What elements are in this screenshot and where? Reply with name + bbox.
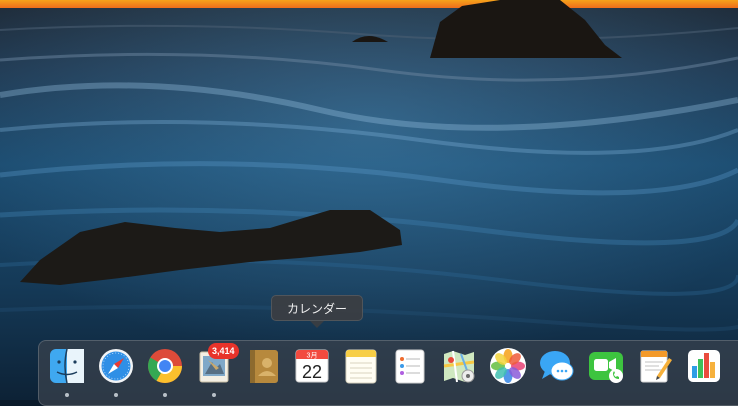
dock-item-mail[interactable]: 3,414 bbox=[194, 343, 239, 398]
pages-icon bbox=[640, 350, 672, 383]
running-indicator bbox=[114, 393, 118, 397]
dock-tooltip: カレンダー bbox=[271, 295, 363, 321]
dock-item-reminders[interactable] bbox=[390, 346, 430, 398]
calendar-day: 22 bbox=[302, 362, 322, 382]
dock-item-contacts[interactable] bbox=[243, 346, 283, 398]
finder-icon bbox=[50, 348, 84, 384]
notes-icon bbox=[345, 349, 377, 384]
calendar-icon: 3月 22 bbox=[295, 349, 329, 383]
running-indicator bbox=[212, 393, 216, 397]
dock-item-chrome[interactable] bbox=[145, 346, 185, 398]
mail-unread-badge: 3,414 bbox=[208, 343, 239, 359]
dock-item-numbers[interactable] bbox=[684, 346, 724, 398]
facetime-icon bbox=[589, 352, 623, 383]
maps-icon bbox=[443, 350, 475, 383]
messages-bubble-icon bbox=[540, 351, 574, 381]
dock-item-pages[interactable] bbox=[635, 346, 675, 398]
dock-item-safari[interactable] bbox=[96, 346, 136, 398]
dock-item-finder[interactable] bbox=[47, 346, 87, 398]
photos-flower-icon bbox=[490, 348, 526, 384]
dock-item-calendar[interactable]: 3月 22 bbox=[292, 346, 332, 398]
running-indicator bbox=[65, 393, 69, 397]
dock-item-notes[interactable] bbox=[341, 346, 381, 398]
contacts-book-icon bbox=[250, 350, 278, 383]
tooltip-label: カレンダー bbox=[286, 302, 347, 316]
dock-item-facetime[interactable] bbox=[586, 346, 626, 398]
dock-item-maps[interactable] bbox=[439, 346, 479, 398]
chrome-icon bbox=[148, 349, 182, 383]
numbers-chart-icon bbox=[688, 350, 720, 382]
safari-compass-icon bbox=[99, 349, 133, 383]
dock-item-photos[interactable] bbox=[488, 346, 528, 398]
dock-item-messages[interactable] bbox=[537, 346, 577, 398]
reminders-icon bbox=[395, 349, 425, 384]
tooltip-arrow bbox=[310, 321, 324, 328]
running-indicator bbox=[163, 393, 167, 397]
calendar-month: 3月 bbox=[307, 352, 318, 360]
dock: 3,414 3月 22 bbox=[38, 340, 738, 406]
